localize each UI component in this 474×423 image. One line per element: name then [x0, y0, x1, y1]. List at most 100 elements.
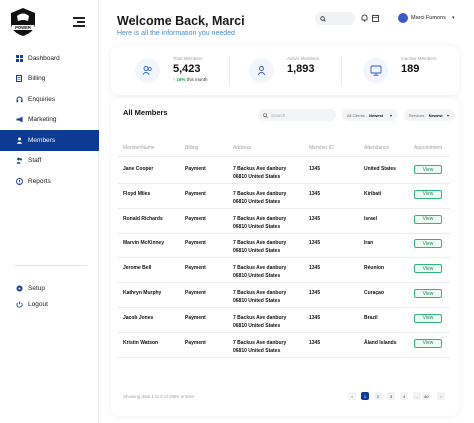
- row-divider: [117, 331, 450, 333]
- member-id-cell: 1345: [309, 240, 321, 247]
- stat-trend: ↑ 16% this month: [173, 77, 208, 82]
- view-button[interactable]: View: [414, 289, 442, 298]
- sidebar-item-label: Enquiries: [28, 95, 56, 103]
- sidebar-item-dashboard[interactable]: Dashboard: [0, 48, 99, 69]
- row-divider: [117, 282, 450, 284]
- address-line2-cell: 06810 United States: [233, 298, 281, 304]
- billing-cell: Payment: [185, 166, 206, 172]
- page-button[interactable]: 2: [374, 392, 382, 400]
- page-button[interactable]: 3: [387, 392, 395, 400]
- view-button[interactable]: View: [414, 239, 442, 249]
- users-icon: [135, 58, 160, 83]
- menu-toggle-icon[interactable]: [73, 17, 85, 27]
- table-search-input[interactable]: [271, 112, 326, 118]
- billing-cell: Payment: [185, 215, 206, 222]
- sidebar-item-members[interactable]: Members: [0, 130, 99, 151]
- next-page-button[interactable]: ›: [437, 392, 445, 400]
- page-button[interactable]: ...: [413, 392, 421, 400]
- attendance-cell: Réunion: [364, 265, 384, 272]
- row-divider: [117, 232, 450, 234]
- sidebar-item-label: Marketing: [28, 116, 57, 124]
- column-header-attendance[interactable]: Attendance: [364, 145, 389, 151]
- arrow-up-icon: ↑: [173, 77, 176, 82]
- address-line2-cell: 06810 United States: [233, 347, 281, 354]
- headset-icon: [15, 95, 23, 103]
- row-divider: [117, 183, 450, 184]
- sidebar-item-marketing[interactable]: Marketing: [0, 110, 99, 131]
- sidebar-item-billing[interactable]: Billing: [0, 69, 99, 90]
- address-line2-cell: 06810 United States: [233, 248, 281, 255]
- member-id-cell: 1345: [309, 290, 321, 296]
- sidebar-divider: [14, 265, 87, 266]
- column-header-member-name[interactable]: MemberName: [123, 145, 155, 151]
- address-line1-cell: 7 Backus Ave danbury: [233, 314, 287, 321]
- document-icon: [15, 75, 23, 83]
- column-header-billing[interactable]: Billing: [185, 145, 198, 151]
- search-icon: [263, 112, 268, 118]
- user-avatar[interactable]: [398, 13, 408, 23]
- member-id-cell: 1345: [309, 166, 321, 172]
- calendar-icon[interactable]: [372, 14, 379, 22]
- attendance-cell: Kiribati: [364, 190, 382, 197]
- page-subtitle: Here is all the information you needed: [117, 30, 235, 37]
- stat-trend-suffix: this month: [185, 77, 208, 82]
- attendance-cell: Åland Islands: [364, 339, 397, 346]
- megaphone-icon: [15, 116, 23, 124]
- attendance-cell: United States: [364, 166, 396, 172]
- header-search[interactable]: [315, 12, 355, 25]
- sidebar-item-label: Setup: [28, 285, 45, 293]
- view-button[interactable]: View: [414, 313, 442, 323]
- chevron-down-icon[interactable]: ▾: [452, 15, 455, 21]
- view-button[interactable]: View: [414, 338, 442, 348]
- sidebar-item-logout[interactable]: Logout: [0, 297, 99, 313]
- bell-icon[interactable]: [361, 14, 368, 22]
- address-line1-cell: 7 Backus Ave danbury: [233, 339, 287, 346]
- page-button[interactable]: 40: [422, 392, 431, 400]
- column-header-address[interactable]: Address: [233, 145, 251, 151]
- member-name-cell: Floyd Miles: [123, 190, 151, 197]
- view-button[interactable]: View: [414, 165, 442, 174]
- sidebar-item-label: Dashboard: [28, 54, 60, 62]
- table-title: All Members: [123, 108, 168, 117]
- prev-page-button[interactable]: ‹: [348, 392, 356, 400]
- row-divider: [117, 356, 450, 358]
- filter-label: All Clients :: [347, 112, 368, 118]
- column-header-appointment[interactable]: Appointment: [414, 145, 442, 151]
- sidebar-item-staff[interactable]: Staff: [0, 151, 99, 172]
- stat-divider: [229, 56, 230, 86]
- power-logo[interactable]: POWER: [9, 7, 37, 37]
- stat-label: Total Members: [173, 56, 203, 61]
- stat-value: 5,423: [173, 63, 201, 75]
- attendance-cell: Curaçao: [364, 290, 385, 296]
- reports-icon: [15, 177, 23, 185]
- column-header-member-id[interactable]: Member ID: [309, 145, 334, 151]
- filter-value: Newest: [369, 112, 384, 118]
- sidebar-item-enquiries[interactable]: Enquiries: [0, 89, 99, 110]
- filter-services-dropdown[interactable]: Services : Newest ▾: [404, 109, 454, 121]
- view-button[interactable]: View: [414, 189, 442, 199]
- table-search[interactable]: [258, 109, 336, 121]
- page-button[interactable]: 4: [400, 392, 408, 400]
- view-button[interactable]: View: [414, 264, 442, 274]
- member-name-cell: Jacob Jones: [123, 314, 154, 321]
- sidebar-item-setup[interactable]: Setup: [0, 281, 99, 297]
- member-name-cell: Ronald Richards: [123, 215, 163, 222]
- row-divider: [117, 207, 450, 209]
- page-button[interactable]: 1: [361, 392, 369, 400]
- view-button[interactable]: View: [414, 214, 442, 224]
- monitor-icon: [363, 58, 388, 83]
- stat-value: 189: [401, 63, 420, 75]
- address-line1-cell: 7 Backus Ave danbury: [233, 240, 287, 247]
- stat-label: Active Members: [287, 56, 320, 61]
- row-divider: [117, 307, 450, 308]
- logout-icon: [15, 300, 23, 308]
- address-line1-cell: 7 Backus Ave danbury: [233, 265, 287, 272]
- sidebar-item-label: Billing: [28, 75, 46, 83]
- member-name-cell: Marvin McKinney: [123, 240, 165, 247]
- filter-clients-dropdown[interactable]: All Clients : Newest ▾: [342, 109, 397, 121]
- user-name[interactable]: Marci Fumons: [411, 15, 446, 21]
- sidebar-item-reports[interactable]: Reports: [0, 171, 99, 192]
- search-icon: [320, 15, 326, 22]
- billing-cell: Payment: [185, 190, 206, 197]
- logo-text: POWER: [15, 25, 31, 30]
